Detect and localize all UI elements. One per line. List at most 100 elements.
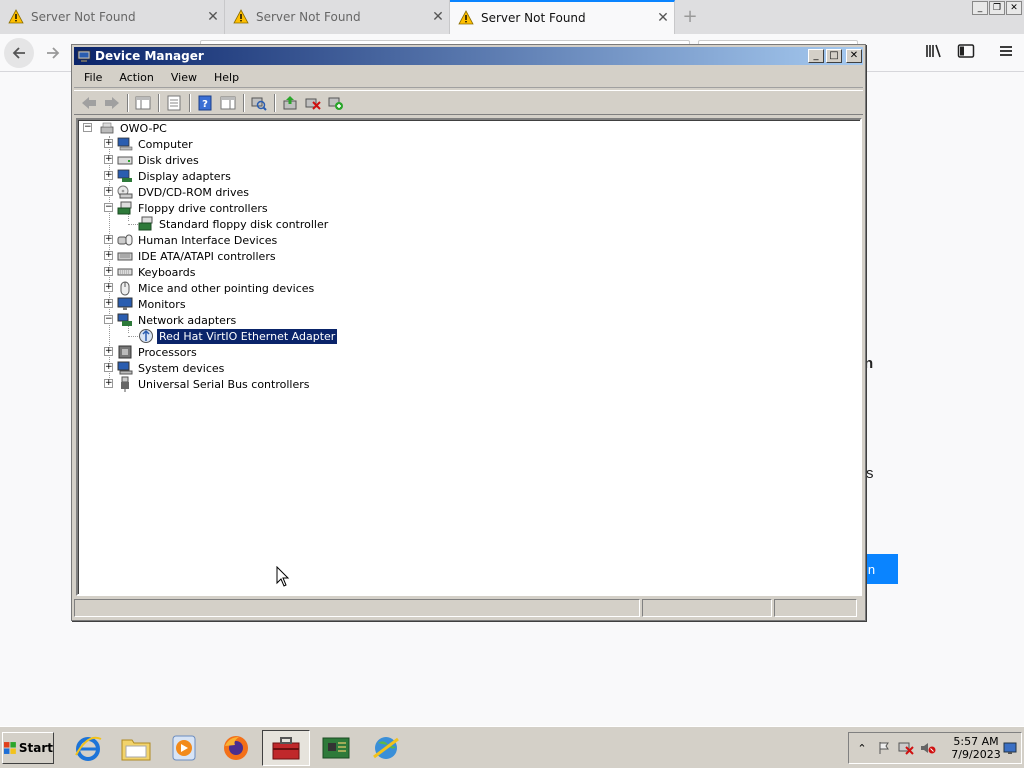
tree-node-disk-drives[interactable]: + Disk drives [104,152,201,168]
expand-toggle[interactable]: + [104,299,113,308]
enable-device-button[interactable] [325,93,347,113]
action-pane-button[interactable] [217,93,239,113]
hamburger-menu-icon[interactable] [996,43,1016,63]
menu-action[interactable]: Action [109,71,160,84]
library-icon[interactable] [924,43,944,63]
volume-muted-icon[interactable] [919,739,937,757]
taskbar: Start ⌃ 5:57 AM 7/9/2023 [0,726,1024,768]
menu-file[interactable]: File [74,71,109,84]
explorer-button[interactable] [112,730,160,766]
close-tab-icon[interactable]: ✕ [202,9,224,25]
device-tree[interactable]: − OWO-PC + Computer + Disk drives + Display a… [76,118,862,596]
tree-node-label: Monitors [138,297,186,311]
enable-device-icon [328,97,343,110]
firefox-button[interactable] [212,730,260,766]
expand-toggle[interactable]: + [104,379,113,388]
forward-button[interactable] [38,38,68,68]
menu-help[interactable]: Help [204,71,246,84]
mouse-cursor-icon [276,566,290,587]
tree-node-universal-serial-bus-controllers[interactable]: + Universal Serial Bus controllers [104,376,311,392]
expand-toggle[interactable]: + [104,187,113,196]
tree-node-display-adapters[interactable]: + Display adapters [104,168,233,184]
expand-toggle[interactable]: + [104,171,113,180]
tree-node-keyboards[interactable]: + Keyboards [104,264,197,280]
chevron-up-icon[interactable]: ⌃ [853,739,871,757]
status-pane [642,599,772,617]
expand-toggle[interactable]: + [104,347,113,356]
network-disconnected-icon[interactable] [897,739,915,757]
expand-toggle[interactable]: + [104,283,113,292]
system-devices-icon [117,360,133,376]
minimize-button[interactable]: _ [808,49,824,63]
tree-node-dvd-cd-rom-drives[interactable]: + DVD/CD-ROM drives [104,184,251,200]
browser-tab[interactable]: Server Not Found ✕ [225,0,450,34]
tree-node-ide-ata-atapi-controllers[interactable]: + IDE ATA/ATAPI controllers [104,248,278,264]
tree-node-human-interface-devices[interactable]: + Human Interface Devices [104,232,279,248]
expand-toggle[interactable]: + [104,267,113,276]
tree-node-system-devices[interactable]: + System devices [104,360,226,376]
browser-tab[interactable]: Server Not Found ✕ [0,0,225,34]
browser-tab-active[interactable]: Server Not Found ✕ [450,0,675,34]
tree-node-network-adapters[interactable]: − Network adapters [104,312,238,328]
processor-icon [117,344,133,360]
tree-node-floppy-drive-controllers[interactable]: − Floppy drive controllers [104,200,270,216]
device-manager-taskbar-button[interactable] [262,730,310,766]
close-icon[interactable]: ✕ [1006,1,1022,15]
close-button[interactable]: ✕ [846,49,862,63]
tab-title: Server Not Found [481,11,586,25]
forward-button[interactable] [101,93,123,113]
media-player-icon [172,735,196,761]
scan-hardware-button[interactable] [248,93,270,113]
minimize-icon[interactable]: _ [972,1,988,15]
show-desktop-icon[interactable] [1003,741,1017,755]
media-player-button[interactable] [160,730,208,766]
start-button[interactable]: Start [2,732,54,764]
browser-tab-bar: Server Not Found ✕ Server Not Found ✕ Se… [0,0,1024,34]
internet-explorer-button[interactable] [64,730,112,766]
expand-toggle[interactable]: + [104,251,113,260]
new-tab-button[interactable]: + [678,6,702,27]
sidebar-icon[interactable] [956,43,976,63]
update-driver-button[interactable] [279,93,301,113]
back-button[interactable] [78,93,100,113]
expand-toggle[interactable]: + [104,155,113,164]
maximize-button[interactable]: □ [826,49,842,63]
uninstall-button[interactable] [302,93,324,113]
tree-child-node[interactable]: Red Hat VirtIO Ethernet Adapter [138,327,339,345]
title-bar[interactable]: Device Manager _ □ ✕ [74,47,863,65]
usb-icon [117,376,133,392]
status-pane [74,599,640,617]
tree-node-monitors[interactable]: + Monitors [104,296,188,312]
remote-desktop-button[interactable] [312,730,360,766]
collapse-toggle[interactable]: − [104,315,113,324]
expand-toggle[interactable]: + [104,235,113,244]
console-tree-icon [135,96,151,109]
help-button[interactable]: ? [194,93,216,113]
action-center-flag-icon[interactable] [875,739,893,757]
collapse-toggle[interactable]: − [83,123,92,132]
restore-icon[interactable]: ❐ [989,1,1005,15]
tree-child-node[interactable]: Standard floppy disk controller [138,216,330,232]
close-tab-icon[interactable]: ✕ [427,9,449,25]
expand-toggle[interactable]: + [104,139,113,148]
expand-toggle[interactable]: + [104,363,113,372]
svg-text:?: ? [202,99,208,110]
display-adapter-icon [117,168,133,184]
tree-node-label: Display adapters [138,169,231,183]
clock[interactable]: 5:57 AM 7/9/2023 [949,735,1003,761]
back-button[interactable] [4,38,34,68]
tree-root[interactable]: − OWO-PC [83,120,169,136]
tree-node-computer[interactable]: + Computer [104,136,195,152]
properties-button[interactable] [163,93,185,113]
close-tab-icon[interactable]: ✕ [652,10,674,26]
tree-node-mice-and-other-pointing-devices[interactable]: + Mice and other pointing devices [104,280,316,296]
menu-view[interactable]: View [161,71,204,84]
arrow-left-icon [12,47,25,59]
firefox-icon [224,736,248,760]
network-button[interactable] [362,730,410,766]
collapse-toggle[interactable]: − [104,203,113,212]
properties-icon [167,95,181,110]
tree-node-processors[interactable]: + Processors [104,344,199,360]
back-arrow-icon [82,96,96,109]
show-hide-console-tree-button[interactable] [132,93,154,113]
